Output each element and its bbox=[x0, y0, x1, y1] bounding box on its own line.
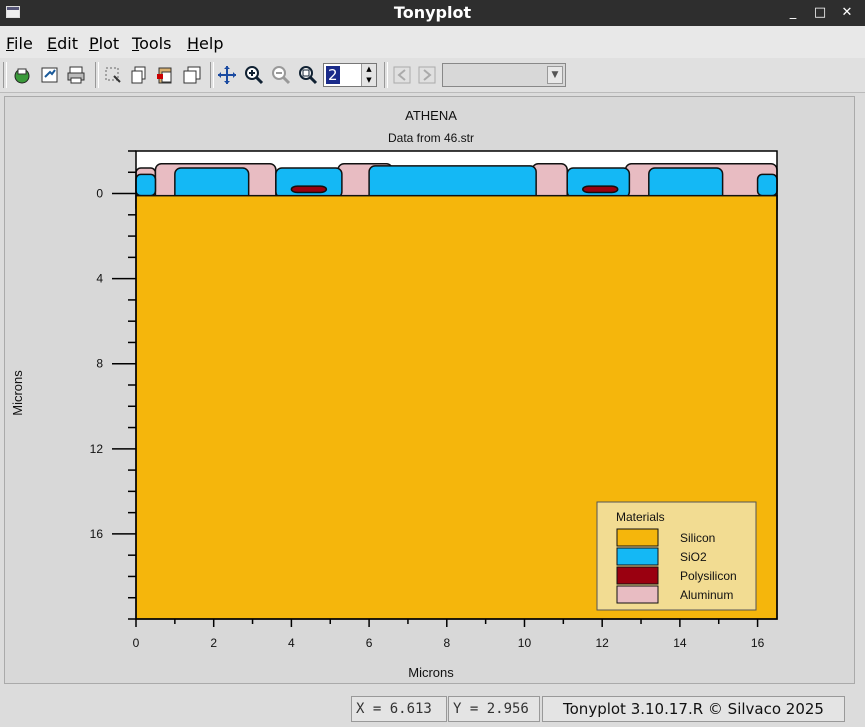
window-title: Tonyplot bbox=[393, 3, 472, 22]
overlay-icon[interactable] bbox=[182, 65, 202, 85]
spinner-down-icon[interactable]: ▼ bbox=[361, 75, 376, 86]
menu-tools[interactable]: Tools bbox=[132, 34, 171, 53]
legend-item-label: Silicon bbox=[680, 531, 715, 545]
chevron-down-icon[interactable]: ▼ bbox=[547, 66, 563, 84]
y-coordinate-readout: Y = 2.956 bbox=[448, 696, 540, 722]
plot-subtitle: Data from 46.str bbox=[388, 131, 474, 145]
paste-icon[interactable] bbox=[155, 65, 175, 85]
zoom-in-icon[interactable] bbox=[244, 65, 264, 85]
legend-swatch bbox=[616, 547, 659, 566]
x-tick-label: 16 bbox=[751, 636, 765, 650]
y-tick-label: 12 bbox=[90, 442, 104, 456]
structure-plot[interactable]: ATHENA Data from 46.str 0 2 4 6 8 10 12 14 16 0 4 8… bbox=[5, 97, 854, 683]
plot-area[interactable]: ATHENA Data from 46.str 0 2 4 6 8 10 12 14 16 0 4 8… bbox=[4, 96, 855, 684]
x-coordinate-readout: X = 6.613 bbox=[351, 696, 447, 722]
menu-plot[interactable]: Plot bbox=[89, 34, 119, 53]
region-sio2 bbox=[275, 167, 343, 199]
region-polysilicon bbox=[290, 185, 328, 194]
minimize-button[interactable]: _ bbox=[784, 4, 802, 22]
zoom-level-value[interactable]: 2 bbox=[326, 66, 340, 84]
maximize-button[interactable]: □ bbox=[811, 4, 829, 22]
x-tick-label: 0 bbox=[133, 636, 140, 650]
legend-swatch bbox=[616, 585, 659, 604]
pan-icon[interactable] bbox=[217, 65, 237, 85]
region-sio2 bbox=[756, 173, 778, 197]
region-polysilicon bbox=[582, 185, 619, 194]
toolbar-separator bbox=[95, 62, 99, 88]
x-axis-label: Microns bbox=[408, 665, 454, 680]
menu-help[interactable]: Help bbox=[187, 34, 223, 53]
x-tick-label: 4 bbox=[288, 636, 295, 650]
toolbar-grip bbox=[3, 62, 7, 88]
x-tick-label: 6 bbox=[366, 636, 373, 650]
x-tick-label: 10 bbox=[518, 636, 532, 650]
legend-swatch bbox=[616, 566, 659, 585]
legend-item-label: Polysilicon bbox=[680, 569, 737, 583]
version-label: Tonyplot 3.10.17.R © Silvaco 2025 bbox=[542, 696, 845, 722]
select-icon[interactable] bbox=[103, 65, 123, 85]
legend-item-label: SiO2 bbox=[680, 550, 707, 564]
legend-item-label: Aluminum bbox=[680, 588, 733, 602]
y-tick-label: 16 bbox=[90, 527, 104, 541]
spinner-up-icon[interactable]: ▲ bbox=[361, 64, 376, 75]
menu-edit[interactable]: Edit bbox=[47, 34, 78, 53]
zoom-level-spinner[interactable]: 2 ▲ ▼ bbox=[323, 63, 377, 87]
x-tick-label: 12 bbox=[596, 636, 610, 650]
close-button[interactable]: ✕ bbox=[838, 4, 856, 22]
zoom-box-icon[interactable] bbox=[298, 65, 318, 85]
region-sio2 bbox=[566, 167, 631, 199]
copy-icon[interactable] bbox=[129, 65, 149, 85]
y-tick-label: 8 bbox=[96, 357, 103, 371]
x-tick-label: 2 bbox=[210, 636, 217, 650]
import-icon[interactable] bbox=[40, 65, 60, 85]
y-tick-label: 4 bbox=[96, 272, 103, 286]
x-tick-label: 8 bbox=[443, 636, 450, 650]
status-bar: X = 6.613 Y = 2.956 Tonyplot 3.10.17.R ©… bbox=[0, 688, 865, 727]
toolbar-separator bbox=[210, 62, 214, 88]
legend: Materials Silicon SiO2 Polysilicon Aluminum bbox=[596, 501, 757, 611]
legend-swatch bbox=[616, 528, 659, 547]
previous-frame-icon[interactable] bbox=[392, 65, 412, 85]
zoom-out-icon[interactable] bbox=[271, 65, 291, 85]
toolbar-separator bbox=[384, 62, 388, 88]
load-file-icon[interactable] bbox=[12, 65, 32, 85]
plot-title: ATHENA bbox=[405, 108, 457, 123]
legend-title: Materials bbox=[616, 510, 665, 524]
title-bar[interactable]: Tonyplot _ □ ✕ bbox=[0, 0, 865, 26]
toolbar: 2 ▲ ▼ ▼ bbox=[0, 58, 865, 93]
y-axis-label: Microns bbox=[10, 370, 25, 416]
region-sio2 bbox=[135, 173, 157, 197]
x-tick-label: 14 bbox=[673, 636, 687, 650]
frame-select[interactable]: ▼ bbox=[442, 63, 566, 87]
menu-bar: File Edit Plot Tools Help bbox=[0, 26, 865, 58]
menu-file[interactable]: File bbox=[6, 34, 33, 53]
print-icon[interactable] bbox=[66, 65, 86, 85]
y-tick-label: 0 bbox=[96, 187, 103, 201]
next-frame-icon[interactable] bbox=[417, 65, 437, 85]
